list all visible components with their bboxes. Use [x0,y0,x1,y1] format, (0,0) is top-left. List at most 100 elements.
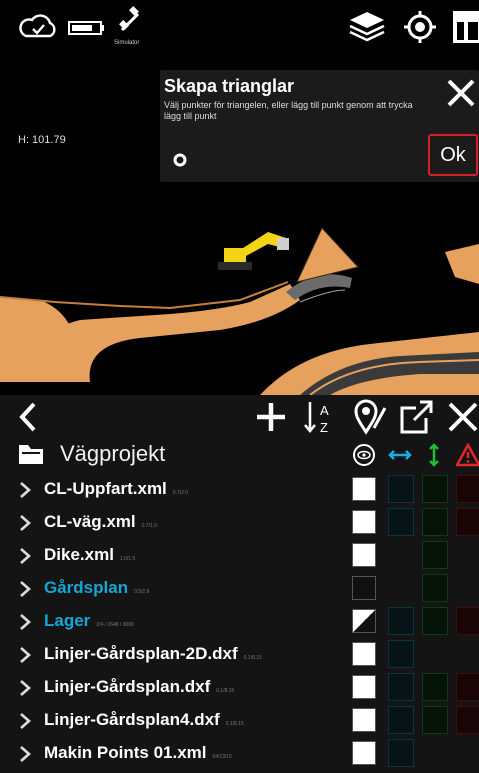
file-name[interactable]: Dike.xml 1.0/1.5 [44,545,135,565]
create-triangles-dialog: Skapa trianglar Välj punkter för triange… [160,70,479,182]
window-icon[interactable] [452,10,479,44]
sort-az-icon[interactable]: A Z [302,398,336,436]
vertical-toggle[interactable] [422,508,448,536]
file-name[interactable]: CL-väg.xml 0.7/1.0 [44,512,157,532]
chevron-right-icon[interactable] [18,679,32,697]
warning-toggle[interactable] [456,475,479,503]
chevron-right-icon[interactable] [18,745,32,763]
height-readout: H: 101.79 [18,134,66,146]
vertical-toggle[interactable] [422,574,448,602]
file-name-text: Linjer-Gårdsplan.dxf [44,677,211,696]
list-item[interactable]: CL-Uppfart.xml 0.7/2.0 [0,475,479,505]
file-name[interactable]: Lager 2/4 / 2648 / 3000 [44,611,134,631]
list-item[interactable]: Lager 2/4 / 2648 / 3000 [0,607,479,637]
visibility-checkbox[interactable] [352,510,376,534]
chevron-right-icon[interactable] [18,646,32,664]
warning-icon[interactable] [456,443,479,467]
horizontal-toggle[interactable] [388,475,414,503]
file-name-text: CL-Uppfart.xml [44,479,167,498]
file-name-text: Gårdsplan [44,578,129,597]
chevron-right-icon[interactable] [18,613,32,631]
project-panel: A Z Vägprojekt CL-Uppfart.xml 0.7/2.0 CL… [0,395,479,773]
satellite-label: Simulator [114,40,140,46]
list-item[interactable]: Linjer-Gårdsplan-2D.dxf 0.1/8.15 [0,640,479,670]
list-item[interactable]: CL-väg.xml 0.7/1.0 [0,508,479,538]
visibility-checkbox[interactable] [352,543,376,567]
list-item[interactable]: Linjer-Gårdsplan.dxf 0.1/8.15 [0,673,479,703]
machine-marker [218,232,289,270]
file-name[interactable]: Gårdsplan 0.5/2.8 [44,578,149,598]
visibility-checkbox[interactable] [352,708,376,732]
visibility-checkbox[interactable] [352,477,376,501]
back-chevron-icon[interactable] [16,398,40,436]
horizontal-toggle[interactable] [388,640,414,668]
add-icon[interactable] [254,398,288,436]
visibility-checkbox[interactable] [352,642,376,666]
vertical-toggle[interactable] [422,673,448,701]
locate-icon[interactable] [404,11,436,43]
file-meta: 0.1/8.15 [225,721,244,727]
visibility-icon[interactable] [352,443,376,467]
warning-toggle[interactable] [456,706,479,734]
file-meta: 2/4 / 2648 / 3000 [96,622,134,628]
ok-button[interactable]: Ok [428,134,478,176]
vertical-toggle[interactable] [422,607,448,635]
file-name-text: Linjer-Gårdsplan-2D.dxf [44,644,238,663]
close-icon[interactable] [444,76,478,110]
point-icon[interactable] [172,152,188,168]
file-name-text: Lager [44,611,91,630]
file-name-text: Makin Points 01.xml [44,743,207,762]
file-name[interactable]: Linjer-Gårdsplan4.dxf 0.1/8.15 [44,710,244,730]
file-name[interactable]: Linjer-Gårdsplan-2D.dxf 0.1/8.15 [44,644,262,664]
horizontal-toggle[interactable] [388,739,414,767]
vertical-arrows-icon[interactable] [422,443,446,467]
project-header[interactable]: Vägprojekt [18,441,348,469]
chevron-right-icon[interactable] [18,481,32,499]
horizontal-arrows-icon[interactable] [388,443,412,467]
chevron-right-icon[interactable] [18,547,32,565]
list-item[interactable]: Gårdsplan 0.5/2.8 [0,574,479,604]
chevron-right-icon[interactable] [18,712,32,730]
list-item[interactable]: Linjer-Gårdsplan4.dxf 0.1/8.15 [0,706,479,736]
horizontal-toggle[interactable] [388,508,414,536]
warning-toggle[interactable] [456,508,479,536]
visibility-checkbox[interactable] [352,675,376,699]
list-item[interactable]: Dike.xml 1.0/1.5 [0,541,479,571]
horizontal-toggle[interactable] [388,673,414,701]
layers-icon[interactable] [348,10,386,42]
visibility-checkbox[interactable] [352,741,376,765]
status-bar: Simulator [0,0,479,52]
file-name-text: Linjer-Gårdsplan4.dxf [44,710,220,729]
file-name-text: CL-väg.xml [44,512,136,531]
svg-text:Z: Z [320,420,328,435]
vertical-toggle[interactable] [422,541,448,569]
warning-toggle[interactable] [456,673,479,701]
project-title: Vägprojekt [60,441,166,466]
visibility-checkbox[interactable] [352,609,376,633]
file-meta: 0.7/2.0 [172,490,189,496]
vertical-toggle[interactable] [422,706,448,734]
satellite-icon[interactable] [118,6,142,36]
warning-toggle[interactable] [456,607,479,635]
open-external-icon[interactable] [398,398,434,436]
file-name-text: Dike.xml [44,545,114,564]
point-field[interactable] [194,152,414,170]
file-name[interactable]: Linjer-Gårdsplan.dxf 0.1/8.15 [44,677,234,697]
chevron-right-icon[interactable] [18,514,32,532]
file-meta: 64/13/15 [212,754,232,760]
cloud-check-icon[interactable] [16,12,58,40]
file-name[interactable]: Makin Points 01.xml 64/13/15 [44,743,232,763]
visibility-checkbox[interactable] [352,576,376,600]
svg-text:A: A [320,403,329,418]
vertical-toggle[interactable] [422,475,448,503]
file-meta: 0.5/2.8 [134,589,150,595]
file-meta: 1.0/1.5 [119,556,136,562]
list-item[interactable]: Makin Points 01.xml 64/13/15 [0,739,479,769]
chevron-right-icon[interactable] [18,580,32,598]
horizontal-toggle[interactable] [388,607,414,635]
close-panel-icon[interactable] [446,398,479,436]
file-name[interactable]: CL-Uppfart.xml 0.7/2.0 [44,479,188,499]
map-pin-edit-icon[interactable] [352,398,388,436]
folder-icon [19,445,43,464]
horizontal-toggle[interactable] [388,706,414,734]
